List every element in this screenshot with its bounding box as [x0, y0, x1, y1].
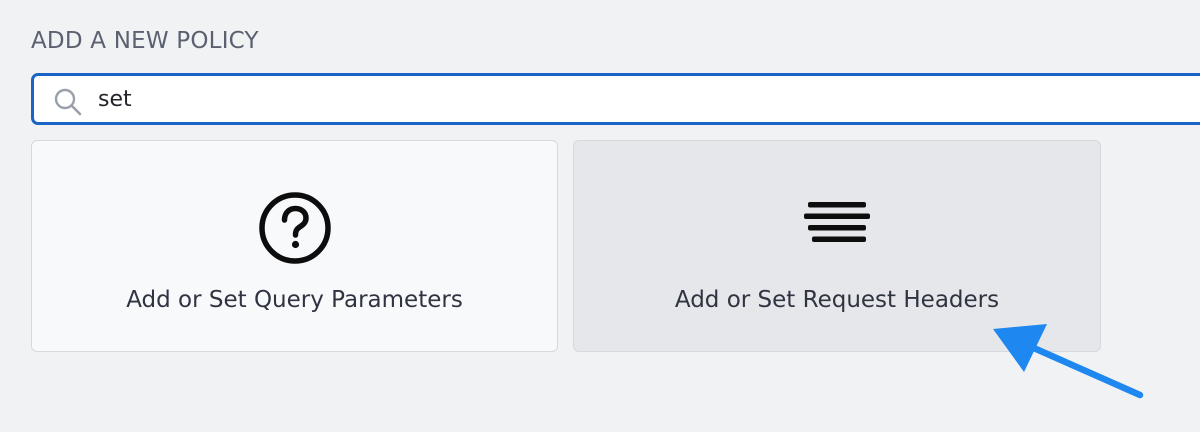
- annotation-arrow-icon: [993, 324, 1144, 399]
- policy-card-label: Add or Set Request Headers: [674, 287, 1000, 313]
- lines-icon: [804, 202, 870, 242]
- search-input[interactable]: [98, 82, 998, 116]
- question-circle-icon: [258, 192, 331, 264]
- policy-search-box[interactable]: [31, 73, 1200, 125]
- search-icon: [54, 88, 82, 116]
- section-heading: ADD A NEW POLICY: [31, 28, 259, 54]
- policy-card-query-parameters[interactable]: Add or Set Query Parameters: [31, 140, 558, 352]
- policy-card-label: Add or Set Query Parameters: [126, 287, 463, 313]
